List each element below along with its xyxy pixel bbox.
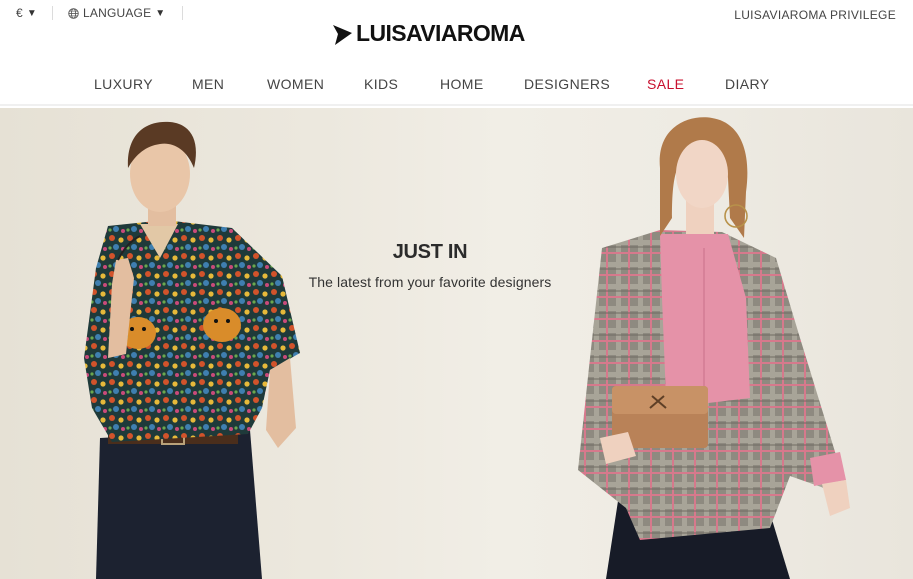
language-selector[interactable]: LANGUAGE ▼ bbox=[68, 6, 165, 20]
brand-logo[interactable]: LUISAVIAROMA bbox=[331, 20, 525, 47]
globe-icon bbox=[68, 7, 79, 19]
nav-item-designers[interactable]: DESIGNERS bbox=[524, 76, 610, 92]
caret-down-icon: ▼ bbox=[155, 7, 166, 19]
nav-divider bbox=[0, 104, 913, 106]
hero-title: JUST IN bbox=[392, 241, 468, 263]
nav-item-women[interactable]: WOMEN bbox=[267, 76, 324, 92]
hero-image bbox=[84, 117, 850, 579]
currency-selector[interactable]: € ▼ bbox=[16, 6, 37, 20]
hero-subtitle: The latest from your favorite designers bbox=[308, 274, 552, 290]
logo-arrow-icon bbox=[333, 24, 352, 45]
divider bbox=[52, 6, 53, 20]
nav-item-men[interactable]: MEN bbox=[192, 76, 224, 92]
brand-name: LUISAVIAROMA bbox=[356, 20, 525, 46]
caret-down-icon: ▼ bbox=[26, 7, 37, 19]
divider bbox=[182, 6, 183, 20]
model-woman-figure bbox=[578, 117, 850, 579]
nav-item-home[interactable]: HOME bbox=[440, 76, 484, 92]
nav-item-kids[interactable]: KIDS bbox=[364, 76, 398, 92]
privilege-link[interactable]: LUISAVIAROMA PRIVILEGE bbox=[734, 8, 896, 22]
hero-banner[interactable]: JUST IN The latest from your favorite de… bbox=[0, 108, 913, 579]
nav-item-diary[interactable]: DIARY bbox=[725, 76, 770, 92]
language-label: LANGUAGE bbox=[83, 6, 152, 20]
nav-item-luxury[interactable]: LUXURY bbox=[94, 76, 153, 92]
currency-label: € bbox=[16, 6, 23, 20]
nav-item-sale[interactable]: SALE bbox=[647, 76, 684, 92]
main-nav: LUXURY MEN WOMEN KIDS HOME DESIGNERS SAL… bbox=[0, 76, 913, 94]
model-man-figure bbox=[84, 121, 300, 579]
